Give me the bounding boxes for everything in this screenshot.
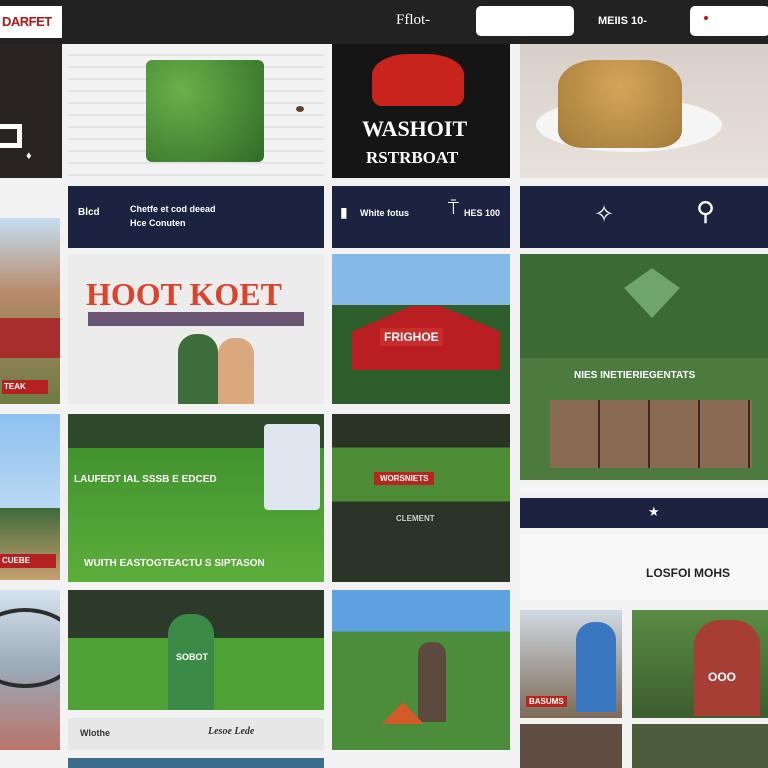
next-photo-peek[interactable] — [68, 758, 324, 768]
star-icon: ★ — [648, 504, 660, 519]
arena-arch — [0, 608, 60, 688]
man-figure — [576, 622, 616, 712]
pastry-shape — [558, 60, 682, 148]
left-thumb-banner: TEAK — [2, 380, 48, 394]
poster-couple-photo[interactable]: HOOT KOET — [68, 254, 324, 404]
key-icon: ⚲ — [696, 196, 716, 226]
account-input[interactable] — [690, 6, 768, 36]
hiker-figure — [418, 642, 446, 722]
strip-line-2: Hce Conuten — [130, 218, 186, 228]
field-photo-a[interactable]: LAUFEDT IAL SSSB E EDCED WUITH EASTOGTEA… — [68, 414, 324, 582]
banner-subline: RSTRBOAT — [366, 148, 459, 167]
meta-label[interactable]: MEIIS 10- — [598, 15, 647, 27]
book-icon: ▮ — [340, 204, 348, 220]
hill-hikers-photo[interactable] — [332, 590, 510, 750]
boy-figure — [168, 614, 214, 710]
info-strip-left[interactable]: Blcd Chetfe et cod deead Hce Conuten — [68, 186, 324, 248]
jersey-text: SOBOT — [176, 652, 209, 662]
food-photo[interactable] — [520, 44, 768, 178]
left-thumb-dark[interactable]: ♦ — [0, 44, 62, 178]
red-emblem — [372, 54, 464, 106]
man-cap-photo[interactable]: BASUMS — [520, 610, 622, 718]
promo-title: LOSFOI MOHS — [646, 566, 730, 580]
hat-text: OOO — [708, 670, 737, 684]
strip-title: Blcd — [78, 207, 100, 218]
lower-left-banner: CUEBE — [0, 554, 56, 568]
red-barn-photo[interactable]: FRIGHOE — [332, 254, 510, 404]
find-label[interactable]: Fflot- — [396, 12, 430, 29]
left-thumb-crowd[interactable]: TEAK — [0, 218, 60, 404]
bird-silhouette — [296, 106, 304, 112]
bride-figure — [264, 424, 320, 510]
strip-line-1: Chetfe et cod deead — [130, 204, 216, 214]
info-strip-mid[interactable]: ▮ White fotus ⍑ HES 100 — [332, 186, 510, 248]
strip-mid-value: HES 100 — [464, 208, 501, 218]
info-strip-right[interactable]: ✧ ⚲ — [520, 186, 768, 248]
mini-nav-bar[interactable]: ★ — [520, 498, 768, 528]
left-thumb-arena[interactable] — [0, 590, 60, 750]
caption-left: Wlothe — [80, 728, 110, 738]
plant-wall-photo[interactable] — [68, 44, 324, 178]
shield-emblem — [624, 268, 680, 318]
side-caption: NIES INETIERIEGENTATS — [574, 370, 696, 381]
boy-field-photo[interactable]: SOBOT — [68, 590, 324, 710]
small-banner: BASUMS — [526, 696, 567, 707]
bottom-thumb-2[interactable] — [632, 724, 768, 768]
crowd-stand — [0, 318, 60, 358]
person-2 — [218, 338, 254, 404]
field-a-line-2: WUITH EASTOGTEACTU S SIPTASON — [84, 558, 265, 569]
red-cap-figure — [694, 620, 760, 716]
mountain-slope — [0, 508, 60, 580]
strip-mid-title: White fotus — [360, 208, 409, 218]
notification-dot — [704, 16, 708, 20]
people-strip — [550, 400, 752, 468]
site-logo[interactable]: DARFET — [0, 6, 62, 38]
plant-panel — [146, 60, 264, 162]
forest-label: CLEMENT — [396, 514, 435, 523]
pin-icon: ⍑ — [448, 198, 459, 218]
man-red-cap-photo[interactable]: OOO — [632, 610, 768, 718]
caption-bar-left[interactable]: Wlothe Lesoe Lede — [68, 718, 324, 750]
field-b-sign: WORSNIETS — [374, 472, 435, 485]
bottom-thumb-1[interactable] — [520, 724, 622, 768]
star-badge-icon: ✧ — [594, 201, 615, 228]
poster-band — [88, 312, 304, 326]
bird-icon: ♦ — [26, 150, 32, 162]
poster-title: HOOT KOET — [86, 276, 282, 312]
bracket-icon — [0, 124, 22, 148]
restaurant-banner[interactable]: WASHOIT RSTRBOAT — [332, 44, 510, 178]
barn-sign: FRIGHOE — [380, 328, 443, 346]
banner-headline: WASHOIT — [362, 116, 468, 141]
person-1 — [178, 334, 218, 404]
promo-block[interactable]: LOSFOI MOHS — [520, 534, 768, 600]
field-a-line-1: LAUFEDT IAL SSSB E EDCED — [74, 474, 217, 485]
side-feature-panel[interactable]: NIES INETIERIEGENTATS — [520, 254, 768, 480]
field-photo-b[interactable]: WORSNIETS CLEMENT — [332, 414, 510, 582]
separator — [520, 486, 768, 492]
search-input[interactable] — [476, 6, 574, 36]
caption-right: Lesoe Lede — [208, 726, 255, 737]
top-navigation-bar: DARFET Fflot- MEIIS 10- — [0, 0, 768, 44]
left-thumb-mountain[interactable]: CUEBE — [0, 414, 60, 580]
